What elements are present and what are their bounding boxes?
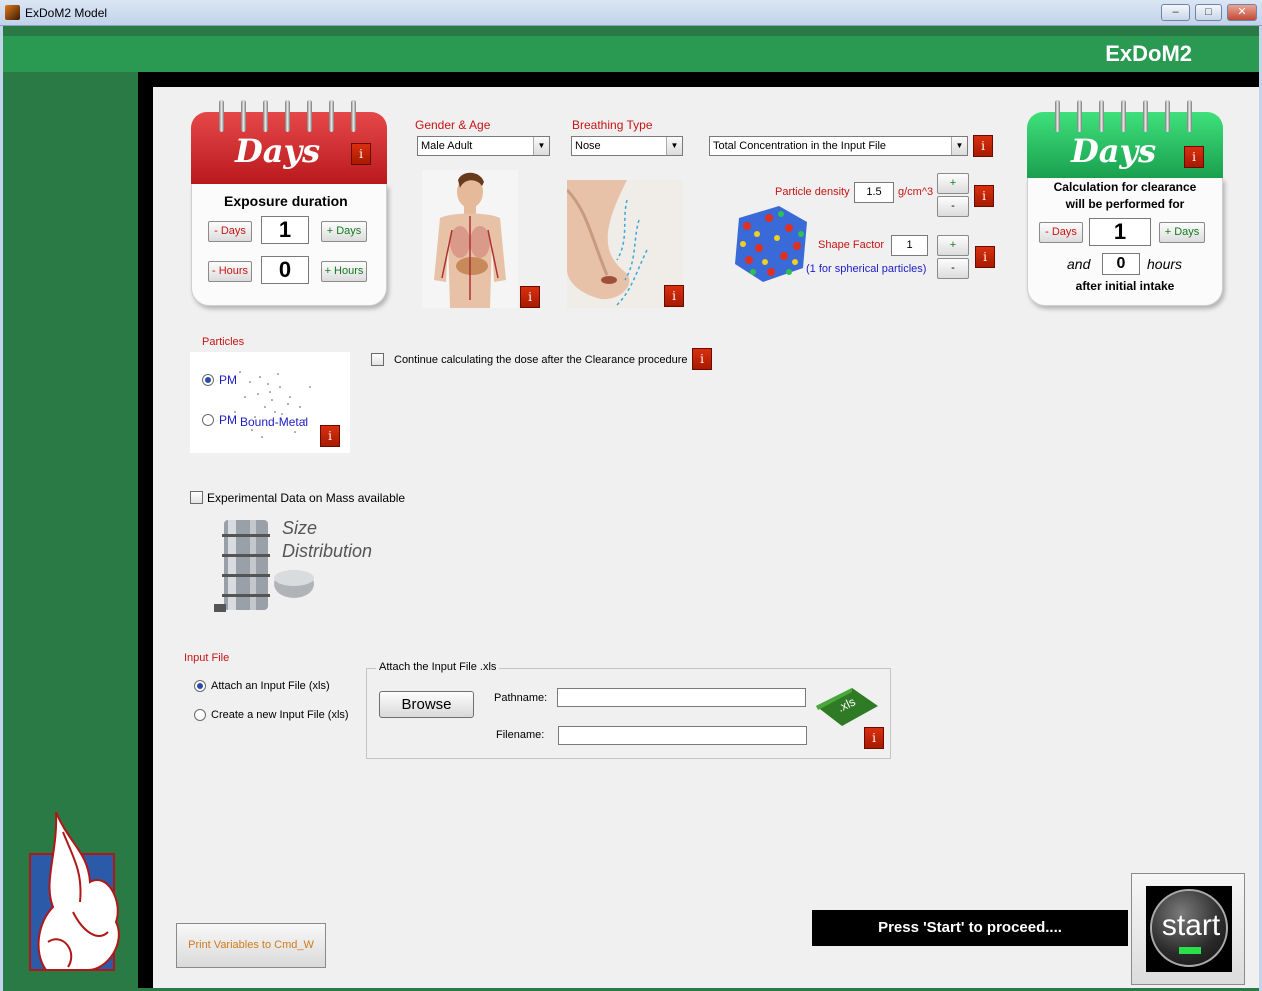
breathing-info-button[interactable]: i — [664, 285, 684, 307]
exposure-minus-days-button[interactable]: - Days — [208, 221, 252, 242]
exposure-days-word: Days — [235, 132, 321, 170]
start-power-icon: start — [1150, 889, 1228, 967]
gender-info-button[interactable]: i — [520, 286, 540, 308]
gender-age-dropdown[interactable]: Male Adult ▼ — [417, 136, 550, 156]
particle-density-label: Particle density — [775, 186, 850, 198]
attach-input-group-title: Attach the Input File .xls — [376, 661, 500, 673]
start-button[interactable]: start — [1131, 873, 1245, 985]
concentration-info-button[interactable]: i — [973, 135, 993, 157]
human-body-image — [422, 170, 518, 308]
window-titlebar: ExDoM2 Model – □ ✕ — [0, 0, 1262, 26]
attach-input-file-label: Attach an Input File (xls) — [211, 680, 330, 692]
start-button-face: start — [1146, 886, 1232, 972]
clearance-plus-days-button[interactable]: + Days — [1159, 222, 1205, 243]
continue-info-button[interactable]: i — [692, 348, 712, 370]
exposure-info-button[interactable]: i — [351, 143, 371, 165]
exposure-plus-days-button[interactable]: + Days — [321, 221, 367, 242]
input-file-label: Input File — [184, 652, 230, 664]
distribution-caption: Distribution — [282, 541, 373, 561]
particles-pm-bound-label: PM — [219, 413, 237, 427]
filename-input[interactable] — [558, 726, 807, 745]
shape-factor-label: Shape Factor — [818, 239, 885, 251]
minimize-button[interactable]: – — [1161, 4, 1190, 21]
input-file-info-button[interactable]: i — [864, 727, 884, 749]
shape-factor-input[interactable]: 1 — [891, 235, 928, 256]
particles-pm-bound-metal-radio[interactable] — [202, 414, 214, 426]
shape-info-button[interactable]: i — [975, 246, 995, 268]
maximize-button[interactable]: □ — [1195, 4, 1222, 21]
breathing-type-dropdown[interactable]: Nose ▼ — [571, 136, 683, 156]
chevron-down-icon: ▼ — [533, 137, 549, 155]
density-plus-button[interactable]: + — [937, 173, 969, 194]
create-input-file-radio[interactable] — [194, 709, 206, 721]
start-led-indicator — [1179, 947, 1201, 954]
pathname-input[interactable] — [557, 688, 806, 707]
concentration-dropdown[interactable]: Total Concentration in the Input File ▼ — [709, 136, 968, 156]
chevron-down-icon: ▼ — [951, 137, 967, 155]
density-minus-button[interactable]: - — [937, 196, 969, 217]
attach-input-file-radio[interactable] — [194, 680, 206, 692]
particles-info-button[interactable]: i — [320, 425, 340, 447]
calendar-rings — [191, 100, 387, 136]
clearance-line1: Calculation for clearance — [1053, 180, 1197, 194]
chevron-down-icon: ▼ — [666, 137, 682, 155]
experimental-data-checkbox[interactable] — [190, 491, 203, 504]
breathing-type-label: Breathing Type — [572, 118, 653, 132]
continue-dose-checkbox[interactable] — [371, 353, 384, 366]
gender-age-selected: Male Adult — [421, 140, 473, 152]
gender-age-label: Gender & Age — [415, 118, 491, 132]
particles-label: Particles — [202, 336, 245, 348]
breathing-type-selected: Nose — [575, 140, 601, 152]
particle-cube-image — [729, 198, 811, 286]
exposure-duration-heading: Exposure duration — [224, 193, 348, 209]
calendar-rings — [1027, 100, 1223, 136]
exposure-plus-hours-button[interactable]: + Hours — [321, 261, 367, 282]
exposure-days-value[interactable]: 1 — [261, 216, 309, 244]
particles-bound-metal-label: Bound-Metal — [240, 415, 309, 429]
close-button[interactable]: ✕ — [1227, 4, 1257, 21]
clearance-minus-days-button[interactable]: - Days — [1039, 222, 1083, 243]
print-variables-button[interactable]: Print Variables to Cmd_W — [176, 923, 326, 968]
start-label: start — [1161, 909, 1221, 942]
filename-label: Filename: — [496, 729, 545, 741]
brand-title: ExDoM2 — [1105, 41, 1192, 66]
clearance-days-value[interactable]: 1 — [1089, 218, 1151, 246]
clearance-hours-word: hours — [1147, 256, 1183, 272]
exposure-minus-hours-button[interactable]: - Hours — [208, 261, 252, 282]
size-caption: Size — [282, 518, 318, 538]
header-band — [3, 36, 1259, 72]
create-input-file-label: Create a new Input File (xls) — [211, 709, 349, 721]
concentration-selected: Total Concentration in the Input File — [713, 140, 887, 152]
continue-dose-label: Continue calculating the dose after the … — [394, 354, 688, 366]
particle-density-unit: g/cm^3 — [898, 186, 934, 198]
clearance-hours-value[interactable]: 0 — [1102, 253, 1140, 275]
xls-file-icon: .xls — [816, 688, 878, 726]
shape-factor-note: (1 for spherical particles) — [806, 263, 927, 275]
clearance-calendar: Days Calculation for clearance will be p… — [1027, 100, 1223, 310]
browse-button[interactable]: Browse — [379, 691, 474, 718]
matlab-icon — [5, 5, 20, 20]
experimental-data-label: Experimental Data on Mass available — [207, 491, 406, 505]
exposure-hours-value[interactable]: 0 — [261, 256, 309, 284]
particles-pm-label: PM — [219, 373, 237, 387]
status-bar: Press 'Start' to proceed.... — [812, 910, 1128, 946]
clearance-and-word: and — [1067, 256, 1091, 272]
university-logo — [29, 812, 120, 971]
window-frame-left — [0, 26, 3, 991]
particles-pm-radio[interactable] — [202, 374, 214, 386]
window-title: ExDoM2 Model — [25, 6, 108, 20]
particle-density-input[interactable]: 1.5 — [854, 182, 894, 203]
shape-plus-button[interactable]: + — [937, 235, 969, 256]
pathname-label: Pathname: — [494, 692, 548, 704]
shape-minus-button[interactable]: - — [937, 258, 969, 279]
clearance-info-button[interactable]: i — [1184, 146, 1204, 168]
clearance-after: after initial intake — [1075, 279, 1175, 293]
density-info-button[interactable]: i — [974, 185, 994, 207]
clearance-line2: will be performed for — [1065, 197, 1185, 211]
clearance-days-word: Days — [1071, 132, 1157, 170]
